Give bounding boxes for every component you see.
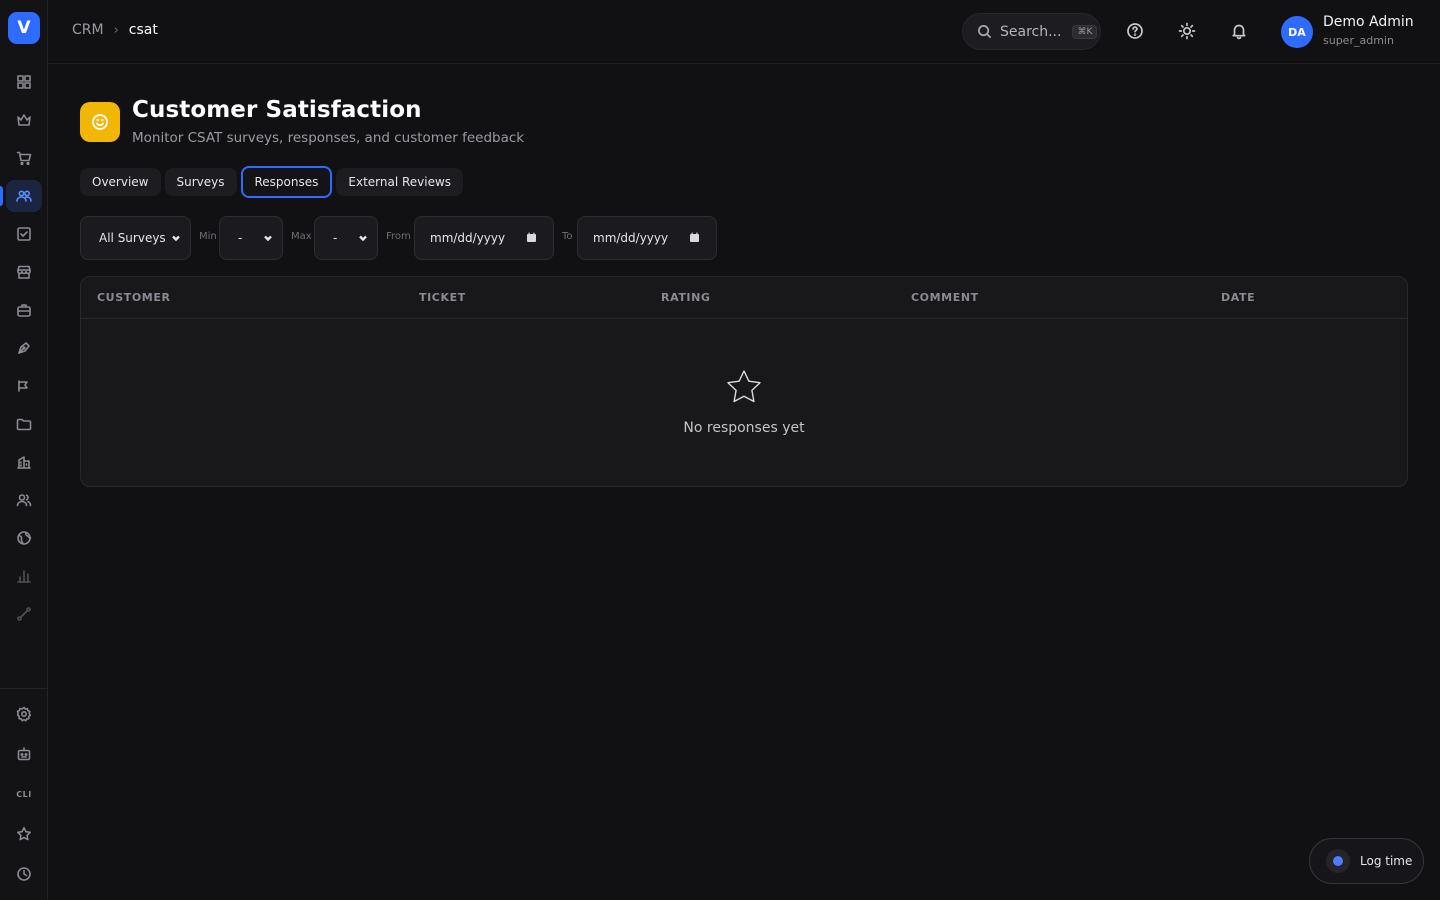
min-rating-select[interactable]: -: [219, 216, 283, 260]
tab-surveys[interactable]: Surveys: [164, 168, 237, 196]
column-date[interactable]: DATE: [1221, 291, 1255, 304]
pen-icon[interactable]: [6, 332, 42, 364]
search-placeholder: Search...: [1000, 23, 1062, 40]
team-icon[interactable]: [6, 484, 42, 516]
user-role: super_admin: [1323, 34, 1394, 47]
to-label: To: [562, 231, 573, 242]
from-label: From: [386, 231, 411, 242]
column-comment[interactable]: COMMENT: [911, 291, 979, 304]
min-label: Min: [199, 231, 217, 242]
column-rating[interactable]: RATING: [661, 291, 711, 304]
page-title: Customer Satisfaction: [132, 97, 422, 123]
max-label: Max: [291, 231, 312, 242]
log-time-label: Log time: [1360, 854, 1413, 868]
bot-icon[interactable]: [6, 738, 42, 770]
cart-icon[interactable]: [6, 142, 42, 174]
max-rating-select[interactable]: -: [314, 216, 378, 260]
calendar-icon[interactable]: [526, 232, 537, 243]
min-rating-value: -: [238, 231, 243, 245]
help-icon[interactable]: [1124, 20, 1146, 42]
column-customer[interactable]: CUSTOMER: [97, 291, 171, 304]
cli-button[interactable]: CLI: [6, 778, 42, 810]
breadcrumb-crm[interactable]: CRM: [72, 22, 104, 38]
folder-icon[interactable]: [6, 408, 42, 440]
building-icon[interactable]: [6, 446, 42, 478]
breadcrumb-current: csat: [128, 22, 158, 38]
tab-bar: Overview Surveys Responses External Revi…: [80, 166, 464, 198]
settings-icon[interactable]: [6, 698, 42, 730]
topbar: CRM › csat Search... ⌘K DA Demo Admin su…: [48, 0, 1440, 64]
crown-icon[interactable]: [6, 104, 42, 136]
responses-table: CUSTOMER TICKET RATING COMMENT DATE No r…: [80, 276, 1408, 487]
to-date-input[interactable]: mm/dd/yyyy: [577, 216, 717, 260]
user-name[interactable]: Demo Admin: [1323, 14, 1414, 30]
smile-icon: [80, 102, 120, 142]
survey-select[interactable]: All Surveys: [80, 216, 191, 260]
dashboard-icon[interactable]: [6, 66, 42, 98]
column-ticket[interactable]: TICKET: [419, 291, 466, 304]
avatar[interactable]: DA: [1281, 16, 1313, 48]
search-button[interactable]: Search... ⌘K: [962, 13, 1101, 50]
survey-select-value: All Surveys: [99, 231, 166, 245]
to-date-value: mm/dd/yyyy: [593, 231, 669, 245]
tab-overview[interactable]: Overview: [80, 168, 161, 196]
from-date-input[interactable]: mm/dd/yyyy: [414, 216, 554, 260]
sidebar-divider: [0, 688, 48, 689]
empty-state-message: No responses yet: [683, 420, 805, 436]
tab-responses[interactable]: Responses: [240, 166, 333, 198]
page-subtitle: Monitor CSAT surveys, responses, and cus…: [132, 130, 525, 146]
briefcase-icon[interactable]: [6, 294, 42, 326]
log-time-button[interactable]: Log time: [1309, 838, 1424, 884]
star-outline-icon: [725, 368, 763, 406]
search-shortcut: ⌘K: [1072, 24, 1098, 39]
sun-icon[interactable]: [1176, 20, 1198, 42]
cli-label: CLI: [16, 789, 32, 799]
calendar-icon[interactable]: [689, 232, 700, 243]
table-header: CUSTOMER TICKET RATING COMMENT DATE: [81, 277, 1407, 319]
chevron-down-icon: [171, 232, 181, 242]
breadcrumb: CRM › csat: [72, 22, 158, 38]
megaphone-icon[interactable]: [6, 370, 42, 402]
timer-icon: [1326, 849, 1350, 873]
search-icon: [978, 25, 992, 39]
clock-icon[interactable]: [6, 858, 42, 890]
sidebar: V CLI: [0, 0, 48, 900]
check-square-icon[interactable]: [6, 218, 42, 250]
globe-icon[interactable]: [6, 522, 42, 554]
chevron-right-icon: ›: [113, 22, 119, 38]
bar-chart-icon[interactable]: [6, 560, 42, 592]
chevron-down-icon: [358, 232, 368, 242]
from-date-value: mm/dd/yyyy: [430, 231, 506, 245]
bell-icon[interactable]: [1228, 20, 1250, 42]
tab-external-reviews[interactable]: External Reviews: [336, 168, 464, 196]
route-icon[interactable]: [6, 598, 42, 630]
app-logo[interactable]: V: [8, 12, 40, 44]
max-rating-value: -: [333, 231, 338, 245]
users-icon[interactable]: [0, 180, 42, 212]
store-icon[interactable]: [6, 256, 42, 288]
star-icon[interactable]: [6, 818, 42, 850]
chevron-down-icon: [263, 232, 273, 242]
